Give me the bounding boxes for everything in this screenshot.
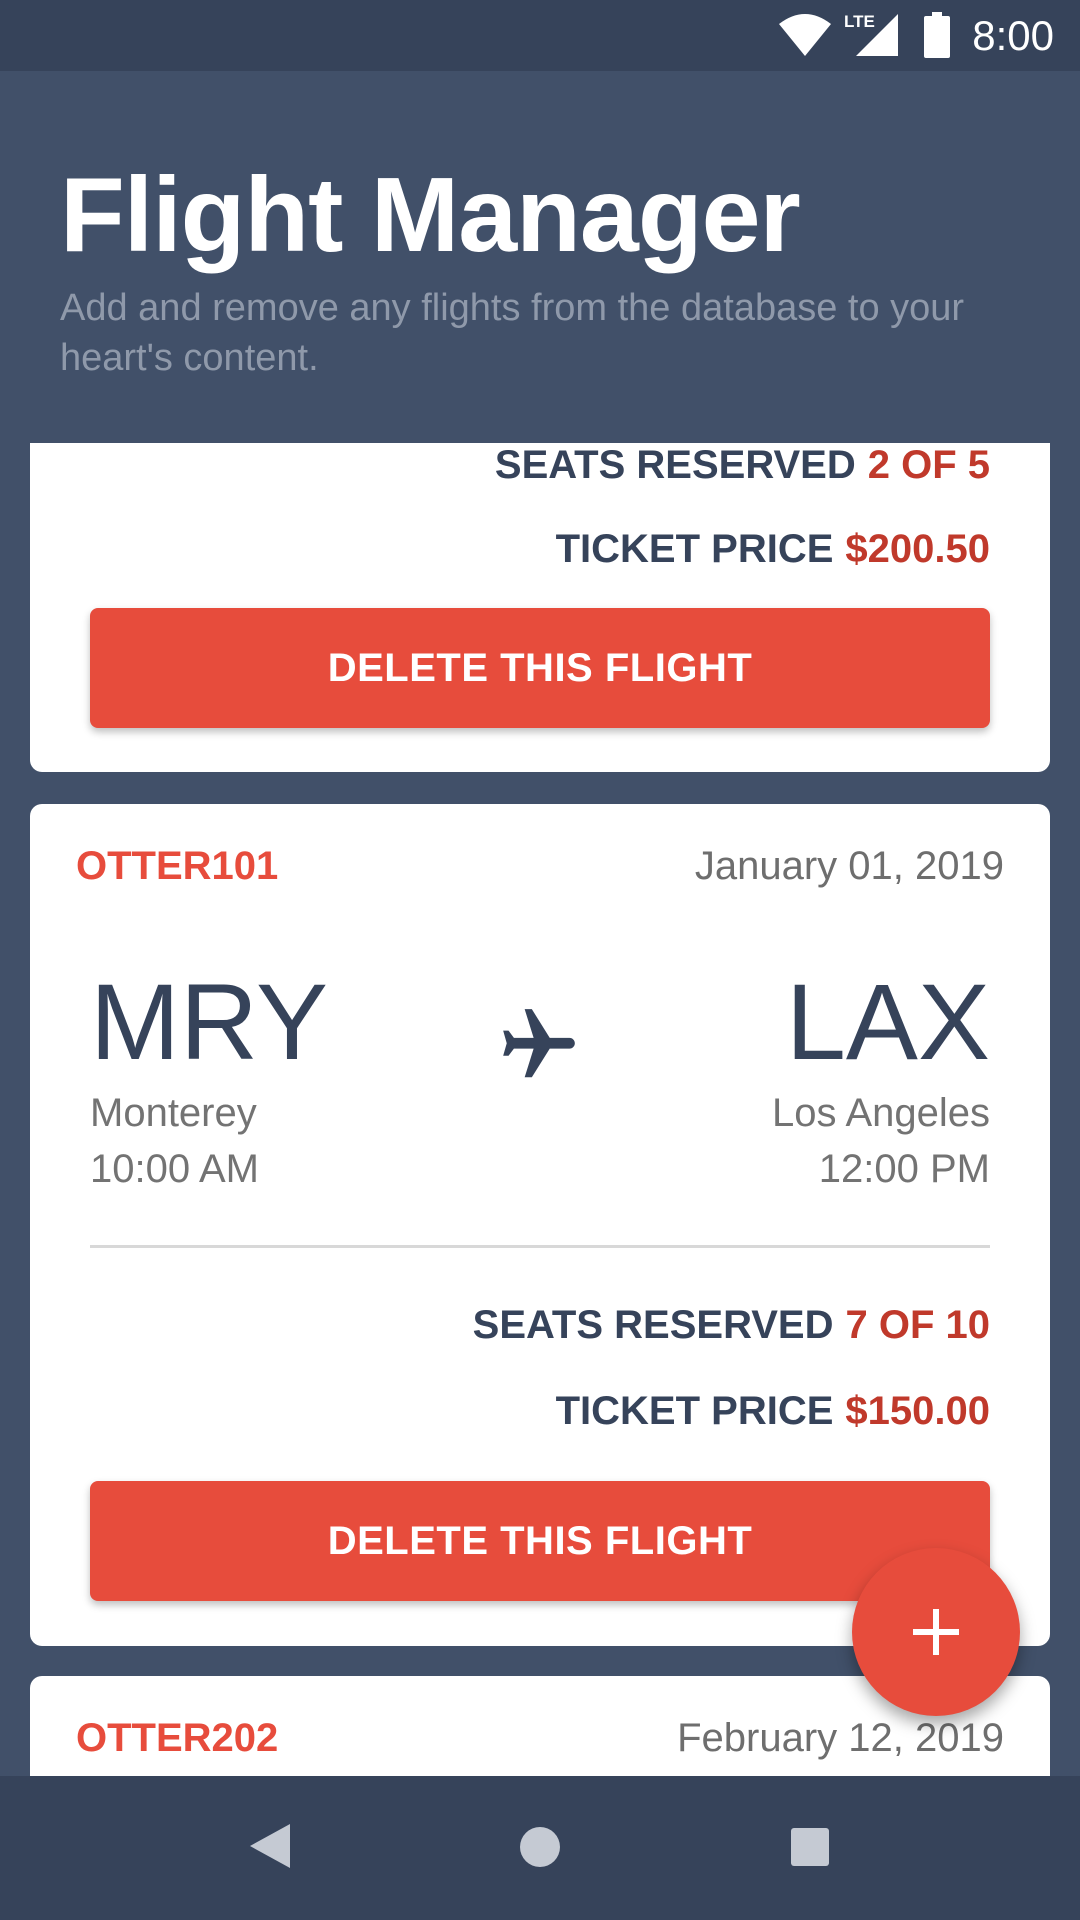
destination-code: LAX bbox=[785, 961, 990, 1082]
flight-date: February 12, 2019 bbox=[677, 1716, 1004, 1760]
destination-city: Los Angeles bbox=[772, 1091, 990, 1135]
flight-card: OTTER101 January 01, 2019 MRY LAX Monter… bbox=[30, 804, 1050, 1646]
ticket-price-value: $150.00 bbox=[845, 1389, 990, 1433]
seats-reserved-label: SEATS RESERVED bbox=[472, 1303, 834, 1347]
recents-icon[interactable] bbox=[791, 1828, 829, 1866]
delete-flight-button[interactable]: DELETE THIS FLIGHT bbox=[90, 608, 990, 728]
flight-id: OTTER202 bbox=[76, 1716, 279, 1760]
add-flight-button[interactable] bbox=[852, 1548, 1020, 1716]
page-subtitle: Add and remove any flights from the data… bbox=[60, 287, 965, 379]
divider bbox=[90, 1245, 990, 1248]
ticket-price-label: TICKET PRICE bbox=[555, 1389, 834, 1433]
status-time: 8:00 bbox=[972, 12, 1054, 59]
flight-date: January 01, 2019 bbox=[694, 844, 1004, 888]
delete-flight-button[interactable]: DELETE THIS FLIGHT bbox=[90, 1481, 990, 1601]
back-icon[interactable] bbox=[250, 1824, 290, 1868]
origin-code: MRY bbox=[90, 961, 329, 1082]
signal-icon bbox=[856, 14, 898, 56]
ticket-price-row: TICKET PRICE $200.50 bbox=[556, 527, 990, 572]
seats-reserved-row: SEATS RESERVED 7 OF 10 bbox=[473, 1303, 990, 1348]
seats-reserved-value: 2 OF 5 bbox=[867, 443, 990, 487]
ticket-price-value: $200.50 bbox=[845, 527, 990, 571]
ticket-price-row: TICKET PRICE $150.00 bbox=[556, 1389, 990, 1434]
home-icon[interactable] bbox=[519, 1826, 561, 1868]
arrival-time: 12:00 PM bbox=[818, 1147, 990, 1191]
seats-reserved-label: SEATS RESERVED bbox=[494, 443, 856, 487]
status-bar: LTE 8:00 bbox=[0, 0, 1080, 71]
wifi-icon bbox=[779, 14, 831, 56]
flight-id: OTTER101 bbox=[76, 844, 279, 888]
page-title: Flight Manager bbox=[60, 156, 801, 274]
app-header: Flight Manager Add and remove any flight… bbox=[0, 71, 1080, 443]
ticket-price-label: TICKET PRICE bbox=[555, 527, 834, 571]
battery-icon bbox=[924, 12, 950, 58]
seats-reserved-value: 7 OF 10 bbox=[845, 1303, 990, 1347]
flight-card: SEATS RESERVED 2 OF 5 TICKET PRICE $200.50… bbox=[30, 443, 1050, 772]
plus-icon bbox=[913, 1609, 959, 1655]
system-navigation-bar bbox=[0, 1776, 1080, 1920]
origin-city: Monterey bbox=[90, 1091, 257, 1135]
departure-time: 10:00 AM bbox=[90, 1147, 260, 1191]
seats-reserved-row: SEATS RESERVED 2 OF 5 bbox=[495, 443, 990, 488]
airplane-icon bbox=[503, 1009, 575, 1078]
